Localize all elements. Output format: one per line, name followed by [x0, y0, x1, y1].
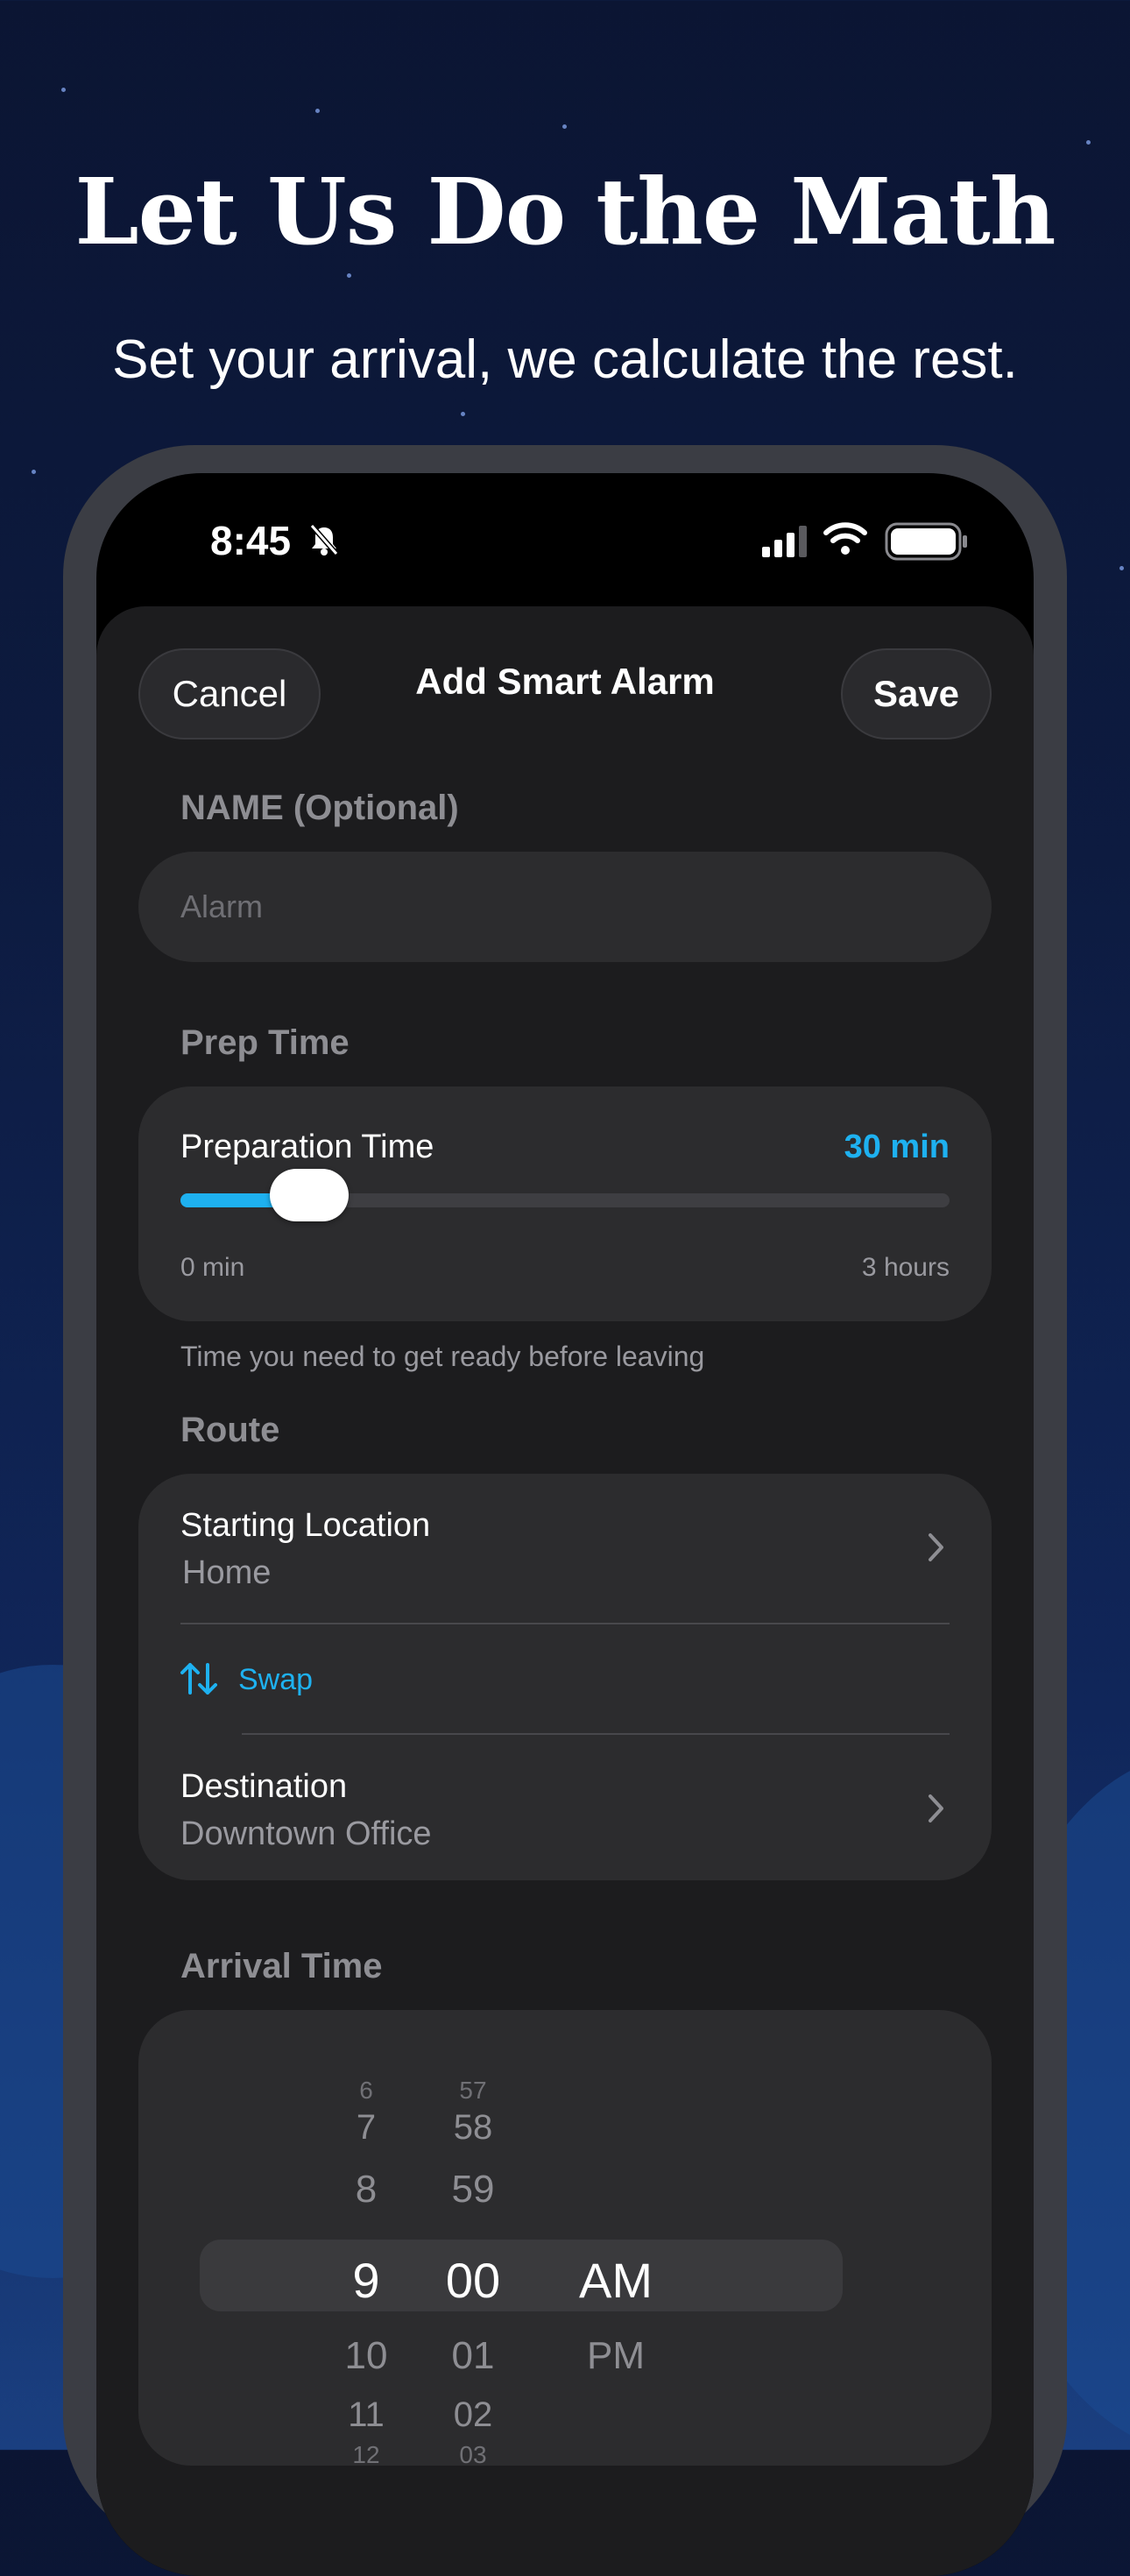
status-time: 8:45 [210, 518, 292, 563]
marketing-headline: Let Us Do the Math [74, 158, 1056, 265]
battery-icon [885, 522, 967, 561]
wifi-icon [823, 522, 867, 555]
arrival-section-label: Arrival Time [180, 1947, 383, 1985]
period-selected: AM [579, 2253, 653, 2308]
hour-option: 12 [352, 2441, 380, 2466]
hour-option: 11 [348, 2396, 385, 2434]
marketing-subline: Set your arrival, we calculate the rest. [112, 329, 1018, 390]
swap-label: Swap [238, 1663, 314, 1696]
slider-min-label: 0 min [180, 1253, 245, 1282]
minute-option: 01 [451, 2334, 495, 2377]
cellular-signal-icon [762, 526, 807, 557]
swap-button[interactable]: Swap [180, 1654, 373, 1707]
prep-time-slider[interactable] [180, 1169, 950, 1221]
minute-option: 59 [451, 2168, 495, 2211]
status-bar: 8:45 [96, 473, 1034, 605]
prep-time-card: Preparation Time 30 min 0 min 3 hours [138, 1086, 992, 1321]
minute-option: 02 [453, 2396, 493, 2434]
phone-screen: 8:45 Cancel Add Smart Alarm Save NAME (O… [96, 473, 1034, 2576]
alarm-name-placeholder: Alarm [180, 888, 264, 924]
arrival-time-picker[interactable]: 6 7 8 9 10 11 12 57 58 59 00 01 02 03 AM [138, 2010, 992, 2466]
add-alarm-sheet: Cancel Add Smart Alarm Save NAME (Option… [96, 606, 1034, 2576]
name-section-label: NAME (Optional) [180, 789, 459, 827]
prep-section-label: Prep Time [180, 1023, 350, 1062]
destination-title: Destination [180, 1768, 348, 1805]
hour-wheel[interactable]: 6 7 8 9 10 11 12 [314, 2010, 419, 2466]
minute-option: 03 [459, 2441, 487, 2466]
prep-helper-text: Time you need to get ready before leavin… [180, 1341, 705, 1372]
prep-time-title: Preparation Time [180, 1129, 434, 1165]
alarm-name-input[interactable]: Alarm [138, 852, 992, 962]
route-divider [180, 1623, 950, 1624]
chevron-right-icon [929, 1794, 943, 1822]
destination-value: Downtown Office [180, 1815, 432, 1852]
minute-selected: 00 [445, 2253, 501, 2308]
swap-arrows-icon [180, 1663, 217, 1695]
hour-option: 7 [356, 2108, 377, 2147]
slider-max-label: 3 hours [861, 1253, 950, 1282]
starting-location-row[interactable]: Starting Location Home [138, 1474, 992, 1621]
destination-row[interactable]: Destination Downtown Office [138, 1735, 992, 1880]
slider-thumb[interactable] [269, 1169, 349, 1221]
hour-selected: 9 [352, 2253, 380, 2308]
route-section-label: Route [180, 1411, 280, 1449]
prep-time-value: 30 min [844, 1129, 950, 1165]
period-wheel[interactable]: AM PM [550, 2010, 682, 2466]
hour-option: 6 [359, 2077, 373, 2104]
hour-option: 8 [355, 2168, 378, 2211]
period-option: PM [587, 2334, 645, 2377]
minute-option: 58 [453, 2108, 493, 2147]
starting-location-title: Starting Location [180, 1507, 431, 1544]
route-card: Starting Location Home Swap Destination … [138, 1474, 992, 1880]
hour-option: 10 [344, 2334, 388, 2377]
bell-slash-icon [309, 524, 339, 556]
chevron-right-icon [929, 1533, 943, 1561]
save-button[interactable]: Save [841, 648, 992, 740]
minute-option: 57 [459, 2077, 487, 2104]
starting-location-value: Home [182, 1554, 272, 1591]
minute-wheel[interactable]: 57 58 59 00 01 02 03 [420, 2010, 526, 2466]
